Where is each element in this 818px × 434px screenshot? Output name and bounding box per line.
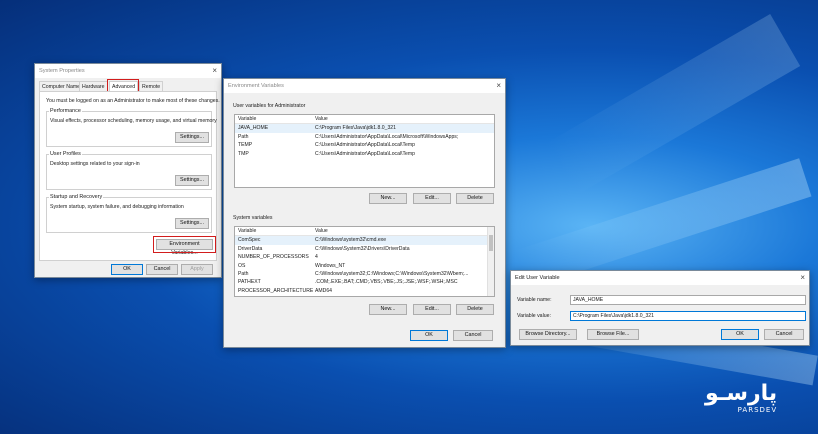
performance-title: Performance [49,108,82,114]
variable-value: C:\Windows\system32;C:\Windows;C:\Window… [315,270,469,277]
list-item[interactable]: TMP C:\Users\Administrator\AppData\Local… [235,150,494,158]
window-title: Environment Variables [228,83,284,89]
system-new-button[interactable]: New... [369,304,407,315]
column-variable[interactable]: Variable [238,227,313,235]
performance-group: Performance Visual effects, processor sc… [46,108,217,147]
performance-desc: Visual effects, processor scheduling, me… [50,118,217,124]
cancel-button[interactable]: Cancel [764,329,804,340]
variable-value: C:\Users\Administrator\AppData\Local\Tem… [315,142,415,149]
variable-name: Path [238,270,249,277]
user-profiles-title: User Profiles [49,151,82,157]
list-item[interactable]: PATHEXT .COM;.EXE;.BAT;.CMD;.VBS;.VBE;.J… [235,278,494,286]
variable-value-field[interactable]: C:\Program Files\Java\jdk1.8.0_321 [570,311,806,321]
system-delete-button[interactable]: Delete [456,304,494,315]
variable-name: ComSpec [238,237,261,244]
startup-recovery-title: Startup and Recovery [49,194,104,200]
startup-recovery-desc: System startup, system failure, and debu… [50,204,184,210]
variable-name-label: Variable name: [517,297,552,303]
variable-value: C:\Windows\System32\Drivers\DriverData [315,245,410,252]
cancel-button[interactable]: Cancel [453,330,493,341]
column-value[interactable]: Value [315,115,491,123]
variable-name: PROCESSOR_ARCHITECTURE [238,287,313,294]
browse-file-button[interactable]: Browse File... [587,329,639,340]
variable-value: C:\Program Files\Java\jdk1.8.0_321 [315,125,396,132]
list-item[interactable]: DriverData C:\Windows\System32\Drivers\D… [235,245,494,253]
variable-value: C:\Windows\system32\cmd.exe [315,237,387,244]
environment-variables-titlebar: Environment Variables × [224,79,505,93]
desktop-light-beam [545,14,801,196]
list-item[interactable]: Path C:\Windows\system32;C:\Windows;C:\W… [235,270,494,278]
variable-name: TEMP [238,142,253,149]
column-value[interactable]: Value [315,227,491,235]
list-item[interactable]: JAVA_HOME C:\Program Files\Java\jdk1.8.0… [235,124,494,133]
system-edit-button[interactable]: Edit... [413,304,451,315]
close-icon[interactable]: × [496,82,501,90]
user-profiles-desc: Desktop settings related to your sign-in [50,161,140,167]
scrollbar[interactable] [487,227,494,296]
user-variables-list: Variable Value JAVA_HOME C:\Program File… [234,114,495,188]
variable-name: PATHEXT [238,279,261,286]
system-properties-window: System Properties × Computer Name Hardwa… [34,63,222,278]
variable-value: C:\Users\Administrator\AppData\Local\Mic… [315,133,459,140]
admin-notice: You must be logged on as an Administrato… [46,98,220,104]
parsdev-logo: پارسـو PARSDEV [705,381,778,415]
variable-name: Path [238,133,249,140]
system-variables-list: Variable Value ComSpec C:\Windows\system… [234,226,495,297]
list-item[interactable]: NUMBER_OF_PROCESSORS 4 [235,253,494,261]
logo-sub-text: PARSDEV [737,406,778,414]
window-title: Edit User Variable [515,275,560,281]
list-item[interactable]: PROCESSOR_ARCHITECTURE AMD64 [235,287,494,295]
variable-value: .COM;.EXE;.BAT;.CMD;.VBS;.VBE;.JS;.JSE;.… [315,279,458,286]
highlight-environment-button [153,236,216,253]
list-header: Variable Value [235,227,494,237]
performance-settings-button[interactable]: Settings... [175,132,209,143]
user-variables-label: User variables for Administrator [233,103,306,109]
user-profiles-group: User Profiles Desktop settings related t… [46,151,212,190]
browse-directory-button[interactable]: Browse Directory... [519,329,577,340]
user-delete-button[interactable]: Delete [456,193,494,204]
list-item[interactable]: Path C:\Users\Administrator\AppData\Loca… [235,133,494,141]
variable-value: C:\Users\Administrator\AppData\Local\Tem… [315,150,415,157]
system-properties-titlebar: System Properties × [35,64,221,78]
user-edit-button[interactable]: Edit... [413,193,451,204]
ok-button[interactable]: OK [721,329,759,340]
ok-button[interactable]: OK [410,330,448,341]
column-variable[interactable]: Variable [238,115,313,123]
list-header: Variable Value [235,115,494,125]
variable-name: DriverData [238,245,263,252]
close-icon[interactable]: × [800,274,805,282]
close-icon[interactable]: × [212,67,217,75]
apply-button[interactable]: Apply [181,264,213,275]
user-new-button[interactable]: New... [369,193,407,204]
variable-name: TMP [238,150,249,157]
environment-variables-window: Environment Variables × User variables f… [223,78,506,348]
variable-name: OS [238,262,246,269]
list-item[interactable]: ComSpec C:\Windows\system32\cmd.exe [235,236,494,245]
variable-value: Windows_NT [315,262,346,269]
variable-value-label: Variable value: [517,313,551,319]
logo-brand-text: پارسـو [705,381,778,406]
list-item[interactable]: OS Windows_NT [235,262,494,270]
scrollbar-thumb[interactable] [489,235,493,251]
variable-value: AMD64 [315,287,332,294]
edit-user-variable-titlebar: Edit User Variable × [511,271,809,285]
variable-name: JAVA_HOME [238,125,269,132]
advanced-tab-panel: You must be logged on as an Administrato… [39,91,220,261]
system-variables-label: System variables [233,215,273,221]
variable-value: 4 [315,254,318,261]
user-profiles-settings-button[interactable]: Settings... [175,175,209,186]
startup-settings-button[interactable]: Settings... [175,218,209,229]
cancel-button[interactable]: Cancel [146,264,178,275]
variable-name: NUMBER_OF_PROCESSORS [238,254,309,261]
variable-name-field[interactable]: JAVA_HOME [570,295,806,305]
window-title: System Properties [39,68,85,74]
list-item[interactable]: TEMP C:\Users\Administrator\AppData\Loca… [235,141,494,149]
edit-user-variable-window: Edit User Variable × Variable name: JAVA… [510,270,810,346]
startup-recovery-group: Startup and Recovery System startup, sys… [46,194,212,233]
ok-button[interactable]: OK [111,264,143,275]
